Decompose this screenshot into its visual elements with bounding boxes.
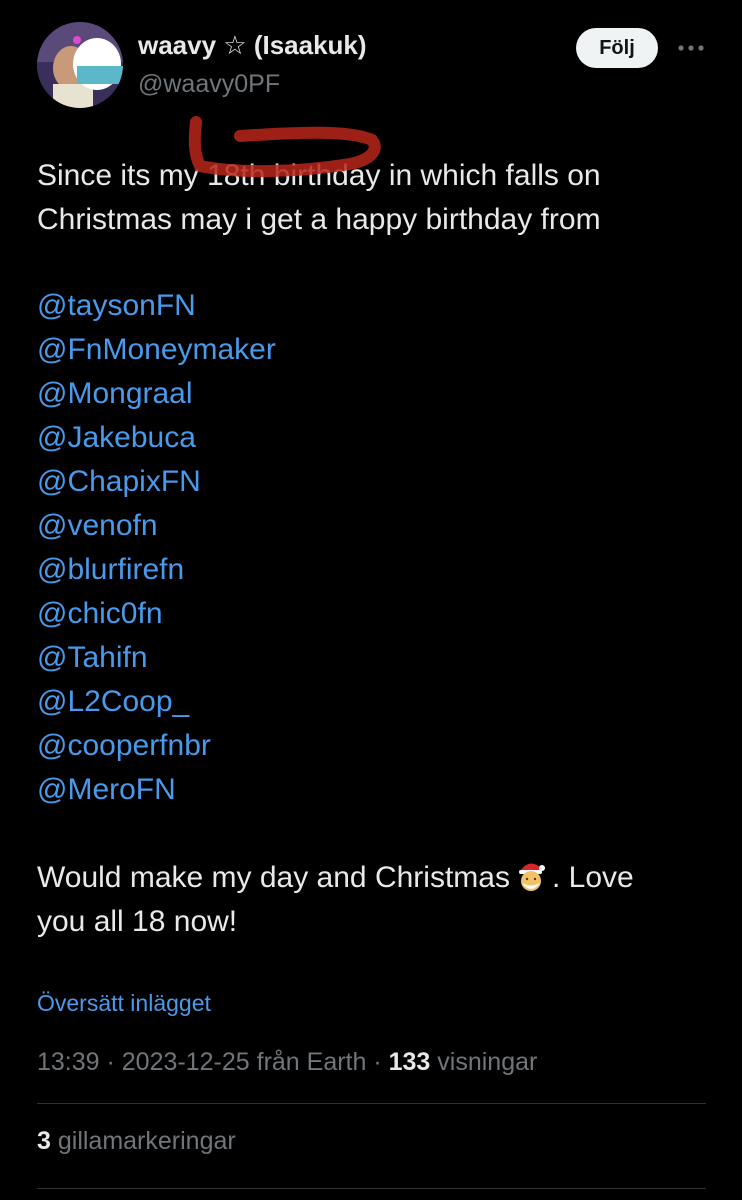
display-name[interactable]: waavy ☆ (Isaakuk): [138, 30, 367, 61]
mention-link[interactable]: @L2Coop_: [37, 680, 189, 724]
mention-link[interactable]: @Jakebuca: [37, 416, 196, 460]
mention-link[interactable]: @chic0fn: [37, 592, 163, 636]
mention-link[interactable]: @blurfirefn: [37, 548, 184, 592]
closing-text: Would make my day and Christmas: [37, 861, 510, 894]
meta-separator: ·: [366, 1048, 389, 1076]
tweet-meta: 13:39 · 2023-12-25 från Earth · 133 visn…: [37, 1048, 537, 1077]
divider: [37, 1103, 706, 1104]
likes-label: gillamarkeringar: [57, 1127, 236, 1155]
tweet-date[interactable]: 2023-12-25: [122, 1048, 250, 1076]
mention-link[interactable]: @taysonFN: [37, 284, 196, 328]
more-horizontal-icon[interactable]: [676, 34, 706, 62]
tweet-header: waavy ☆ (Isaakuk) @waavy0PF Följ: [0, 0, 742, 120]
closing-text: . Love: [551, 861, 634, 894]
likes-stat[interactable]: 3 gillamarkeringar: [37, 1127, 236, 1156]
user-handle[interactable]: @waavy0PF: [138, 70, 280, 99]
tweet-source: från Earth: [256, 1048, 367, 1076]
tweet-closing-line: Would make my day and Christmas . Love: [37, 856, 634, 900]
santa-emoji-icon: [516, 857, 546, 893]
mention-link[interactable]: @MeroFN: [37, 768, 176, 812]
mention-link[interactable]: @Tahifn: [37, 636, 148, 680]
views-label: visningar: [437, 1048, 538, 1076]
views-count: 133: [388, 1048, 431, 1076]
mention-link[interactable]: @venofn: [37, 504, 158, 548]
divider: [37, 1188, 706, 1189]
translate-post-link[interactable]: Översätt inlägget: [37, 990, 211, 1017]
mention-link[interactable]: @cooperfnbr: [37, 724, 211, 768]
likes-count: 3: [37, 1127, 51, 1155]
follow-button[interactable]: Följ: [576, 28, 658, 68]
mention-link[interactable]: @Mongraal: [37, 372, 193, 416]
mention-link[interactable]: @FnMoneymaker: [37, 328, 276, 372]
tweet-text-line: Christmas may i get a happy birthday fro…: [37, 203, 601, 236]
mention-link[interactable]: @ChapixFN: [37, 460, 201, 504]
meta-separator: ·: [99, 1048, 122, 1076]
tweet-closing-line: you all 18 now!: [37, 905, 238, 938]
tweet-text-line: Since its my 18th birthday in which fall…: [37, 159, 601, 192]
avatar[interactable]: [37, 22, 123, 108]
tweet-time[interactable]: 13:39: [37, 1048, 100, 1076]
